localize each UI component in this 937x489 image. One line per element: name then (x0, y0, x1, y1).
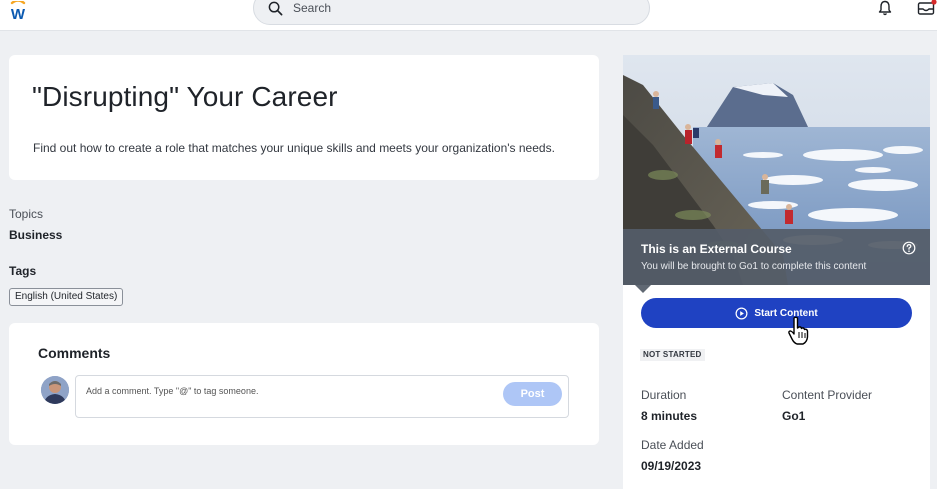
inbox-icon[interactable] (917, 0, 937, 17)
comment-box: Post (75, 375, 569, 418)
comment-input[interactable] (86, 386, 486, 396)
search-placeholder[interactable]: Search (293, 1, 331, 15)
hand-cursor-icon (788, 316, 809, 345)
bell-icon[interactable] (877, 0, 893, 16)
tag-chip[interactable]: English (United States) (9, 288, 124, 306)
date-added-value: 09/19/2023 (641, 459, 702, 473)
topics-value[interactable]: Business (9, 228, 62, 242)
date-added-label: Date Added (641, 438, 704, 452)
external-course-subtitle: You will be brought to Go1 to complete t… (641, 261, 867, 272)
avatar (41, 376, 69, 404)
banner-pointer (635, 285, 651, 293)
topics-label: Topics (9, 207, 44, 221)
tags-label: Tags (9, 264, 37, 278)
external-course-title: This is an External Course (641, 242, 792, 256)
content-provider-label: Content Provider (782, 388, 873, 402)
search-bar[interactable]: Search (253, 0, 650, 25)
external-course-banner: This is an External Course You will be b… (623, 229, 930, 285)
content-provider-value: Go1 (782, 409, 806, 423)
svg-text:W: W (11, 6, 26, 21)
comments-title: Comments (38, 345, 111, 361)
page-title: "Disrupting" Your Career (32, 81, 338, 112)
duration-label: Duration (641, 388, 687, 402)
duration-value: 8 minutes (641, 409, 698, 423)
play-circle-icon (735, 307, 748, 319)
course-side-panel: This is an External Course You will be b… (623, 55, 930, 489)
workday-logo-icon[interactable]: W (8, 1, 28, 21)
help-circle-icon[interactable] (902, 241, 916, 255)
comments-card: Comments Post (9, 323, 599, 445)
status-badge: NOT STARTED (640, 349, 705, 361)
search-icon (268, 1, 283, 15)
start-content-button[interactable]: Start Content (641, 298, 912, 328)
top-bar: W Search (0, 0, 937, 31)
post-button[interactable]: Post (503, 382, 562, 406)
course-description: Find out how to create a role that match… (33, 141, 555, 155)
course-header-card: "Disrupting" Your Career Find out how to… (9, 55, 599, 180)
